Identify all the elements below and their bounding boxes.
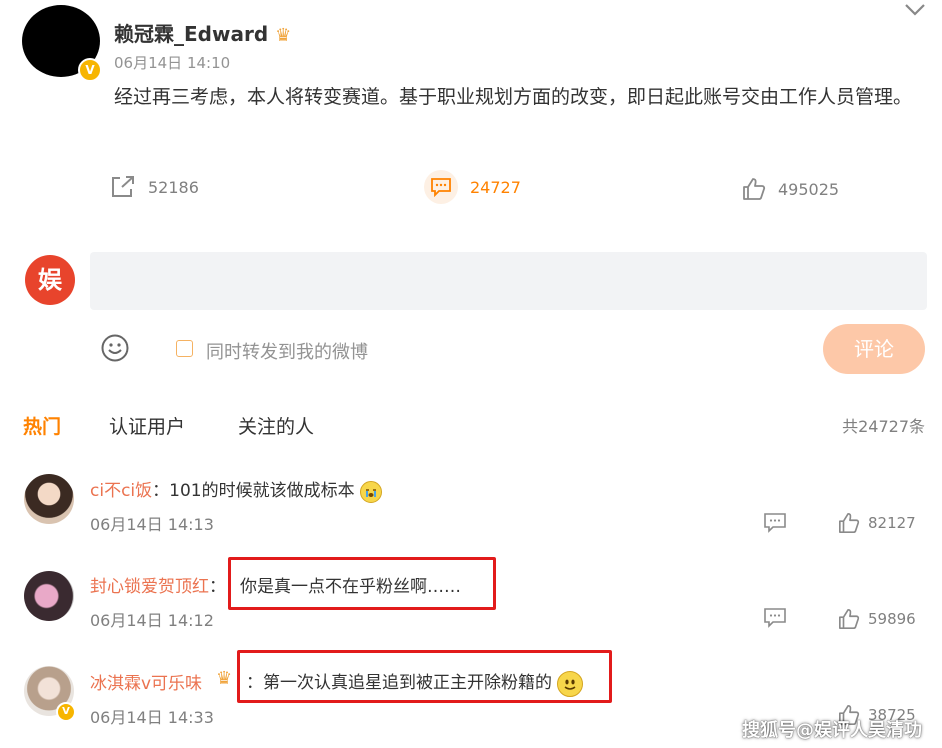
- share-icon: [110, 175, 136, 199]
- comment-total: 共24727条: [842, 417, 925, 436]
- crown-icon: ♛: [216, 668, 233, 689]
- author-name-text[interactable]: 赖冠霖_Edward: [114, 22, 268, 46]
- comment-row: ：第一次认真追星追到被正主开除粉籍的: [246, 668, 584, 697]
- comment-like-button[interactable]: 82127: [838, 512, 916, 534]
- comment-icon: [424, 170, 458, 204]
- tab-following[interactable]: 关注的人: [238, 412, 314, 439]
- comment-like-count: 59896: [868, 610, 916, 628]
- thumbs-up-icon: [742, 177, 766, 201]
- post-text: 经过再三考虑，本人将转变赛道。基于职业规划方面的改变，即日起此账号交由工作人员管…: [114, 86, 913, 108]
- crying-face-emoji-icon: [359, 480, 382, 503]
- like-button[interactable]: 495025: [742, 177, 839, 201]
- repost-count: 52186: [148, 177, 199, 197]
- post-time[interactable]: 06月14日 14:10: [114, 52, 230, 73]
- tab-hot[interactable]: 热门: [23, 412, 61, 439]
- comment-reply-icon[interactable]: [763, 607, 787, 633]
- repost-checkbox[interactable]: [176, 340, 193, 357]
- comment-row: ci不ci饭：101的时候就该做成标本: [90, 476, 382, 503]
- comment-username[interactable]: ci不ci饭: [90, 481, 152, 501]
- current-user-avatar[interactable]: 娱: [25, 255, 75, 305]
- repost-checkbox-label[interactable]: 同时转发到我的微博: [206, 338, 368, 364]
- comment-time[interactable]: 06月14日 14:33: [90, 704, 214, 728]
- verified-badge-icon: V: [56, 702, 76, 722]
- repost-button[interactable]: 52186: [110, 175, 199, 199]
- comment-input[interactable]: [90, 252, 927, 310]
- comment-text: 101的时候就该做成标本: [169, 481, 355, 501]
- comment-time[interactable]: 06月14日 14:12: [90, 607, 214, 631]
- chevron-down-icon[interactable]: [904, 0, 926, 23]
- comment-colon: ：: [209, 577, 226, 597]
- comment-colon: ：: [152, 481, 170, 501]
- author-name[interactable]: 赖冠霖_Edward ♛: [114, 18, 291, 47]
- comment-row: 封心锁爱贺顶红：: [90, 572, 226, 597]
- comment-reply-icon[interactable]: [763, 512, 787, 538]
- comment-colon: ：: [246, 673, 263, 693]
- thumbs-up-icon: [839, 513, 860, 533]
- tab-verified-users[interactable]: 认证用户: [109, 412, 185, 439]
- watermark: 搜狐号@娱评人吴清功: [742, 720, 922, 741]
- emoji-picker-icon[interactable]: [100, 333, 130, 363]
- comment-text: 你是真一点不在乎粉丝啊……: [240, 577, 461, 597]
- verified-badge-icon: V: [78, 58, 102, 82]
- like-count: 495025: [778, 179, 840, 199]
- comment-username[interactable]: 封心锁爱贺顶红: [90, 577, 209, 597]
- comment-username[interactable]: 冰淇霖v可乐味: [90, 674, 202, 694]
- comment-like-count: 82127: [868, 514, 916, 532]
- comment-count: 24727: [470, 177, 521, 197]
- comment-button[interactable]: 24727: [424, 170, 521, 204]
- comment-avatar[interactable]: [24, 571, 74, 621]
- thumbs-up-icon: [839, 609, 860, 629]
- submit-comment-button[interactable]: 评论: [823, 324, 925, 374]
- comment-avatar[interactable]: [24, 474, 74, 524]
- comment-row: 冰淇霖v可乐味: [90, 669, 202, 694]
- comment-time[interactable]: 06月14日 14:13: [90, 511, 214, 535]
- crown-icon: ♛: [275, 25, 292, 46]
- comment-like-button[interactable]: 59896: [838, 608, 916, 630]
- smiling-face-emoji-icon: [557, 670, 584, 697]
- comment-text: 第一次认真追星追到被正主开除粉籍的: [263, 673, 552, 693]
